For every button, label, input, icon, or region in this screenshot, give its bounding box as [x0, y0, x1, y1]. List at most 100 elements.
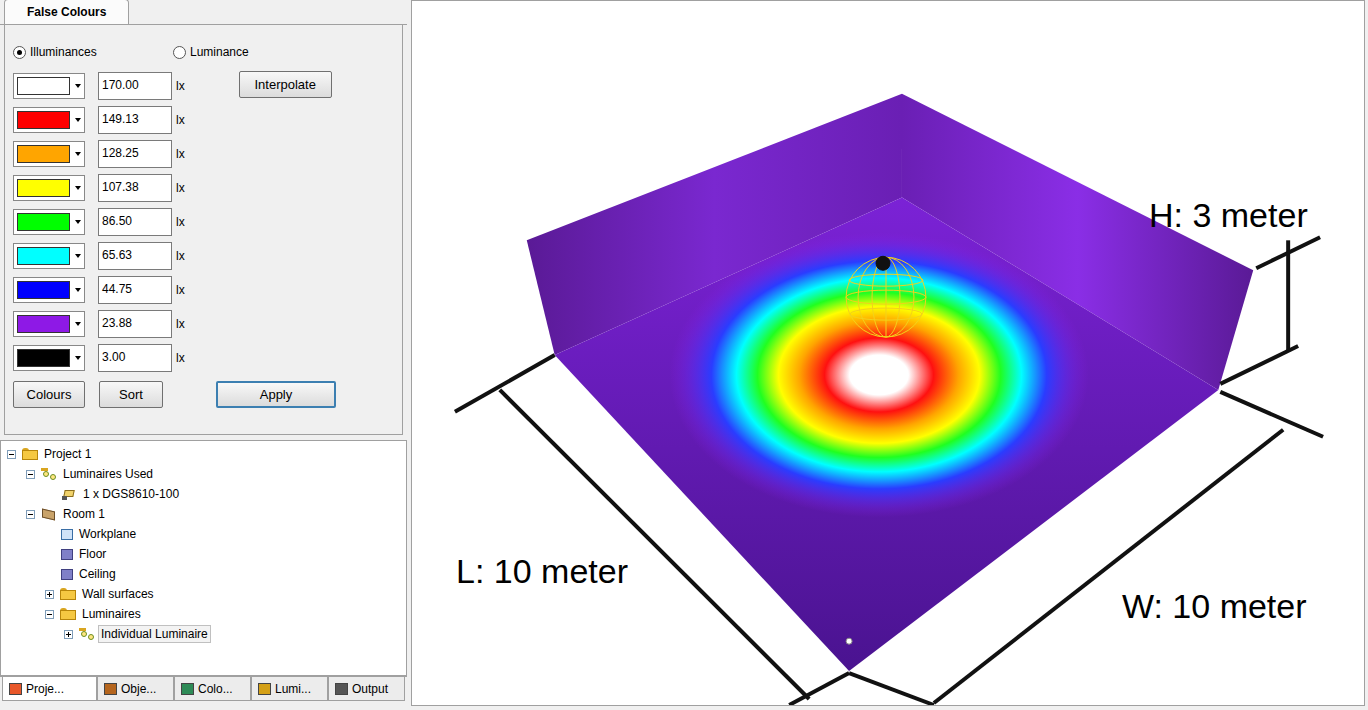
tree-item[interactable]: Wall surfaces [1, 584, 406, 604]
tree-item[interactable]: Floor [1, 544, 406, 564]
height-label: H: 3 meter [1149, 195, 1308, 235]
folder-icon [60, 608, 76, 620]
color-dropdown[interactable] [13, 107, 85, 133]
color-swatch [17, 213, 70, 231]
sort-button[interactable]: Sort [99, 381, 163, 408]
color-swatch [17, 349, 70, 367]
expander-icon[interactable] [64, 630, 73, 639]
tree-item[interactable]: Individual Luminaire [1, 624, 406, 644]
panel-tab-strip: False Colours [0, 0, 407, 25]
unit-label: lx [176, 315, 185, 333]
color-swatch [17, 145, 70, 163]
bottom-tab[interactable]: Obje... [97, 677, 174, 701]
unit-label: lx [176, 179, 185, 197]
tab-icon [9, 683, 22, 695]
value-input[interactable]: 170.00 [98, 72, 172, 100]
scale-row: 86.50lx [13, 207, 185, 237]
length-label: L: 10 meter [456, 551, 628, 591]
app: False ColoursIlluminancesLuminance170.00… [0, 0, 1368, 710]
scale-list: 170.00lx149.13lx128.25lx107.38lx86.50lx6… [13, 71, 185, 373]
color-dropdown[interactable] [13, 141, 85, 167]
folder-icon [60, 588, 76, 600]
false-colours-panel: IlluminancesLuminance170.00lx149.13lx128… [4, 25, 403, 435]
side-panel: False ColoursIlluminancesLuminance170.00… [0, 0, 407, 710]
value-input[interactable]: 23.88 [98, 310, 172, 338]
color-dropdown[interactable] [13, 73, 85, 99]
mode-radio[interactable]: Luminance [173, 43, 249, 61]
project-tree: Project 1Luminaires Used1 x DGS8610-100R… [0, 440, 407, 676]
dropdown-arrow-icon [75, 288, 81, 292]
tree-item[interactable]: Project 1 [1, 444, 406, 464]
value-input[interactable]: 86.50 [98, 208, 172, 236]
radio-icon [173, 46, 186, 59]
dropdown-arrow-icon [75, 118, 81, 122]
tree-item[interactable]: Ceiling [1, 564, 406, 584]
tree-item[interactable]: Luminaires Used [1, 464, 406, 484]
unit-label: lx [176, 111, 185, 129]
color-swatch [17, 281, 70, 299]
unit-label: lx [176, 77, 185, 95]
folder-icon [22, 448, 38, 460]
luminaire-icon[interactable] [846, 256, 926, 337]
mode-radio-group: IlluminancesLuminance [13, 43, 394, 61]
panel-tab[interactable]: False Colours [4, 0, 129, 24]
color-dropdown[interactable] [13, 243, 85, 269]
bottom-tab[interactable]: Colo... [174, 677, 251, 701]
dropdown-arrow-icon [75, 254, 81, 258]
luminaire-group-icon [79, 628, 95, 641]
value-input[interactable]: 44.75 [98, 276, 172, 304]
room-icon [41, 508, 57, 521]
workplane-icon [61, 529, 73, 540]
color-swatch [17, 179, 70, 197]
colours-button[interactable]: Colours [13, 381, 85, 408]
floor [555, 197, 1219, 671]
scale-row: 23.88lx [13, 309, 185, 339]
luminaire-icon [61, 488, 77, 501]
apply-button[interactable]: Apply [216, 381, 336, 408]
expander-icon[interactable] [45, 610, 54, 619]
bottom-tab[interactable]: Proje... [2, 677, 97, 701]
bottom-tab[interactable]: Lumi... [251, 677, 328, 701]
dimension-lines [455, 237, 1323, 705]
scale-row: 128.25lx [13, 139, 185, 169]
expander-icon[interactable] [7, 450, 16, 459]
scale-row: 170.00lx [13, 71, 185, 101]
tree-item[interactable]: Room 1 [1, 504, 406, 524]
mode-radio[interactable]: Illuminances [13, 43, 173, 61]
color-swatch [17, 77, 70, 95]
color-dropdown[interactable] [13, 209, 85, 235]
width-label: W: 10 meter [1122, 586, 1307, 626]
tree-item[interactable]: 1 x DGS8610-100 [1, 484, 406, 504]
viewport-3d[interactable]: H: 3 meter L: 10 meter W: 10 meter [411, 0, 1365, 706]
interpolate-button[interactable]: Interpolate [239, 71, 332, 98]
expander-icon[interactable] [26, 470, 35, 479]
scale-row: 149.13lx [13, 105, 185, 135]
illuminance-spot [664, 225, 1093, 524]
color-dropdown[interactable] [13, 277, 85, 303]
dropdown-arrow-icon [75, 186, 81, 190]
scale-row: 65.63lx [13, 241, 185, 271]
scale-row: 107.38lx [13, 173, 185, 203]
unit-label: lx [176, 349, 185, 367]
dropdown-arrow-icon [75, 152, 81, 156]
value-input[interactable]: 107.38 [98, 174, 172, 202]
dropdown-arrow-icon [75, 220, 81, 224]
tree-item[interactable]: Workplane [1, 524, 406, 544]
value-input[interactable]: 65.63 [98, 242, 172, 270]
tree-item[interactable]: Luminaires [1, 604, 406, 624]
value-input[interactable]: 3.00 [98, 344, 172, 372]
surface-icon [61, 569, 73, 580]
unit-label: lx [176, 213, 185, 231]
color-dropdown[interactable] [13, 311, 85, 337]
color-dropdown[interactable] [13, 345, 85, 371]
value-input[interactable]: 149.13 [98, 106, 172, 134]
surface-icon [61, 549, 73, 560]
unit-label: lx [176, 145, 185, 163]
value-input[interactable]: 128.25 [98, 140, 172, 168]
radio-icon [13, 46, 26, 59]
dropdown-arrow-icon [75, 84, 81, 88]
expander-icon[interactable] [26, 510, 35, 519]
color-dropdown[interactable] [13, 175, 85, 201]
bottom-tab[interactable]: Output [328, 677, 405, 701]
expander-icon[interactable] [45, 590, 54, 599]
